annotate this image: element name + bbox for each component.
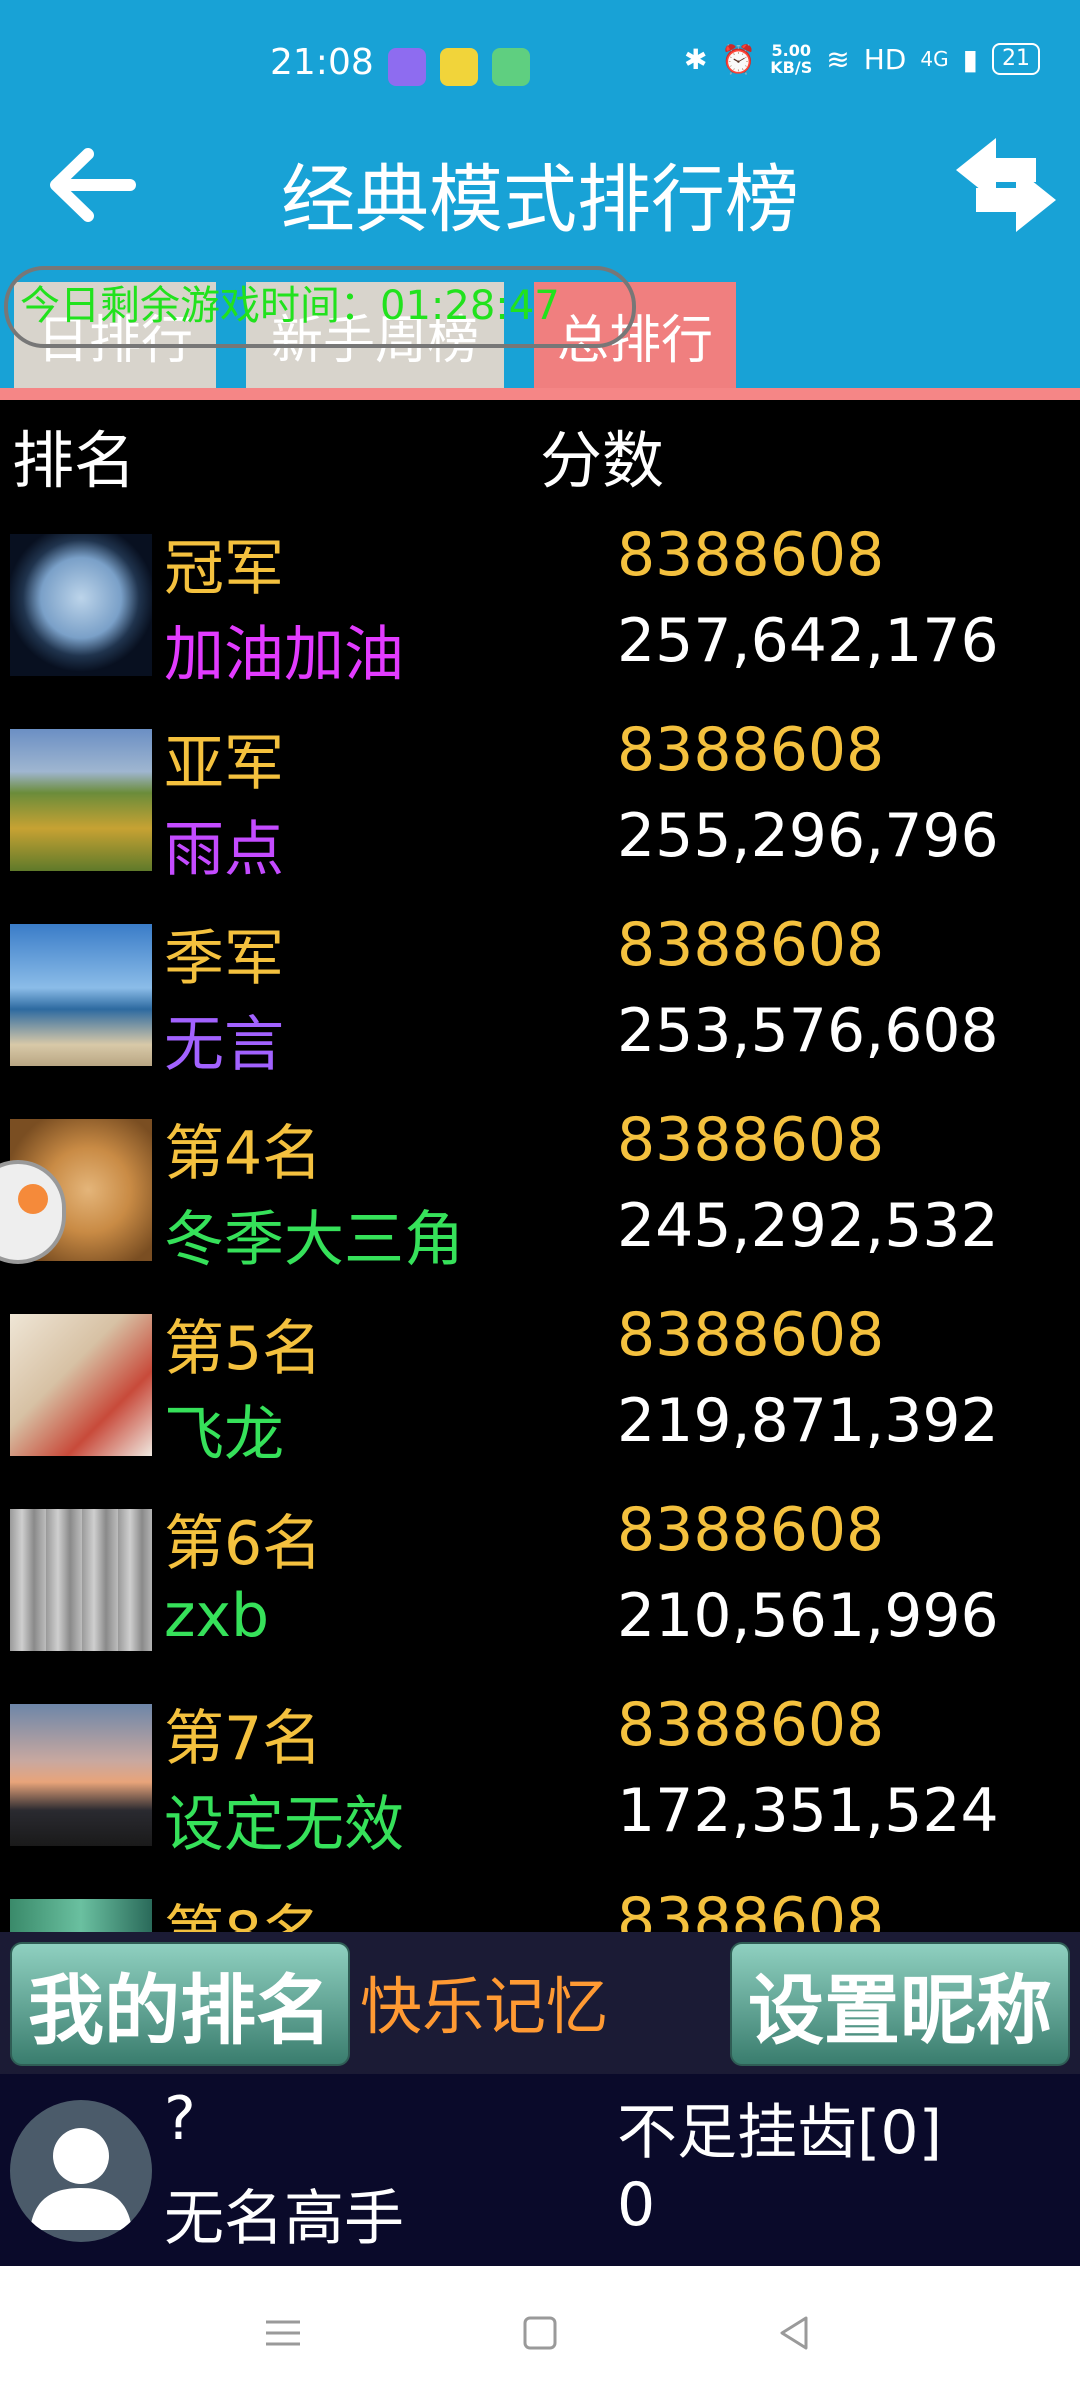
player-name: 无言: [164, 1010, 284, 1080]
leaderboard-row[interactable]: 第8名 8388608: [0, 1885, 1080, 1932]
score-value: 172,351,524: [617, 1776, 999, 1846]
rank-label: 季军: [164, 924, 284, 994]
speed-unit: KB/S: [770, 58, 813, 77]
alarm-icon: ⏰: [721, 42, 757, 76]
bluetooth-icon: ✱: [683, 42, 708, 76]
rank-label: 第8名: [164, 1885, 322, 1932]
player-name: 冬季大三角: [164, 1205, 464, 1275]
remaining-time-banner: 今日剩余游戏时间：01:28:47: [4, 266, 636, 348]
player-name: 设定无效: [164, 1790, 404, 1860]
store-notification-icon: [440, 48, 478, 86]
player-name: 加油加油: [164, 620, 404, 690]
speed-value: 5.00: [771, 41, 811, 60]
battery-indicator: 21: [992, 43, 1040, 75]
score-top: 8388608: [617, 1885, 885, 1932]
leaderboard-row[interactable]: 第7名 设定无效 8388608 172,351,524: [0, 1690, 1080, 1885]
app-notification-icon: [388, 48, 426, 86]
avatar: [10, 924, 152, 1066]
avatar: [10, 1704, 152, 1846]
user-silhouette-icon: [30, 2128, 132, 2230]
happy-memory-label: 快乐记忆: [360, 1970, 609, 2043]
network-speed: 5.00 KB/S: [770, 42, 812, 76]
player-name: 雨点: [164, 815, 284, 885]
player-name: 飞龙: [164, 1400, 284, 1470]
back-triangle-icon[interactable]: [770, 2308, 820, 2358]
rank-label: 第4名: [164, 1119, 323, 1189]
signal-icon: ▮: [962, 42, 978, 76]
swap-arrows-icon: [956, 138, 1056, 232]
avatar: [10, 1899, 152, 1932]
my-ranking-row: ? 无名高手 不足挂齿[0] 0: [0, 2074, 1080, 2266]
my-score: 0: [617, 2170, 656, 2240]
system-navigation-bar: [0, 2266, 1080, 2400]
avatar: [10, 1509, 152, 1651]
hd-label: HD: [863, 42, 907, 76]
avatar: [10, 729, 152, 871]
my-rank: ?: [164, 2084, 196, 2154]
leaderboard-row[interactable]: 亚军 雨点 8388608 255,296,796: [0, 715, 1080, 910]
score-top: 8388608: [617, 1300, 885, 1370]
leaderboard-row[interactable]: 季军 无言 8388608 253,576,608: [0, 910, 1080, 1105]
leaderboard-row[interactable]: 第6名 zxb 8388608 210,561,996: [0, 1495, 1080, 1690]
score-column-header: 分数: [540, 424, 665, 497]
score-value: 253,576,608: [617, 996, 999, 1066]
score-top: 8388608: [617, 1495, 885, 1565]
rank-label: 第6名: [164, 1509, 323, 1579]
rank-column-header: 排名: [12, 424, 137, 497]
switch-mode-button[interactable]: [946, 130, 1066, 240]
status-icons: ✱ ⏰ 5.00 KB/S ≋ HD 4G ▮ 21: [684, 42, 1040, 76]
leaderboard-row[interactable]: 第5名 飞龙 8388608 219,871,392: [0, 1300, 1080, 1495]
menu-icon[interactable]: [258, 2308, 308, 2358]
top-app-bar: 21:08 ✱ ⏰ 5.00 KB/S ≋ HD 4G ▮ 21 经典模式排行榜: [0, 0, 1080, 392]
status-bar: 21:08 ✱ ⏰ 5.00 KB/S ≋ HD 4G ▮ 21: [0, 0, 1080, 130]
rank-label: 第5名: [164, 1314, 323, 1384]
score-top: 8388608: [617, 910, 885, 980]
page-title: 经典模式排行榜: [281, 157, 799, 243]
status-time: 21:08: [270, 42, 374, 83]
avatar: [10, 534, 152, 676]
rank-label: 第7名: [164, 1704, 323, 1774]
score-top: 8388608: [617, 1105, 885, 1175]
score-value: 257,642,176: [617, 606, 999, 676]
tab-underline: [0, 388, 1080, 400]
score-value: 245,292,532: [617, 1191, 999, 1261]
player-name: zxb: [164, 1581, 270, 1651]
score-top: 8388608: [617, 715, 885, 785]
default-avatar: [10, 2100, 152, 2242]
rank-label: 亚军: [164, 729, 284, 799]
score-top: 8388608: [617, 1690, 885, 1760]
leaderboard-row[interactable]: 第4名 冬季大三角 8388608 245,292,532: [0, 1105, 1080, 1300]
upload-notification-icon: [492, 48, 530, 86]
score-value: 219,871,392: [617, 1386, 999, 1456]
signal-label: 4G: [920, 47, 949, 71]
score-top: 8388608: [617, 520, 885, 590]
score-value: 210,561,996: [617, 1581, 999, 1651]
bottom-action-bar: 我的排名 快乐记忆 设置昵称: [0, 1932, 1080, 2074]
home-icon[interactable]: [515, 2308, 565, 2358]
wifi-icon: ≋: [826, 42, 850, 76]
set-nickname-button[interactable]: 设置昵称: [730, 1942, 1070, 2066]
my-level: 不足挂齿[0]: [617, 2098, 942, 2168]
my-name: 无名高手: [164, 2184, 404, 2254]
leaderboard-row[interactable]: 冠军 加油加油 8388608 257,642,176: [0, 520, 1080, 715]
my-rank-button[interactable]: 我的排名: [10, 1942, 350, 2066]
score-value: 255,296,796: [617, 801, 999, 871]
floating-ball-icon: [18, 1184, 48, 1214]
avatar: [10, 1314, 152, 1456]
leaderboard-list[interactable]: 冠军 加油加油 8388608 257,642,176 亚军 雨点 838860…: [0, 520, 1080, 1932]
rank-label: 冠军: [164, 534, 284, 604]
